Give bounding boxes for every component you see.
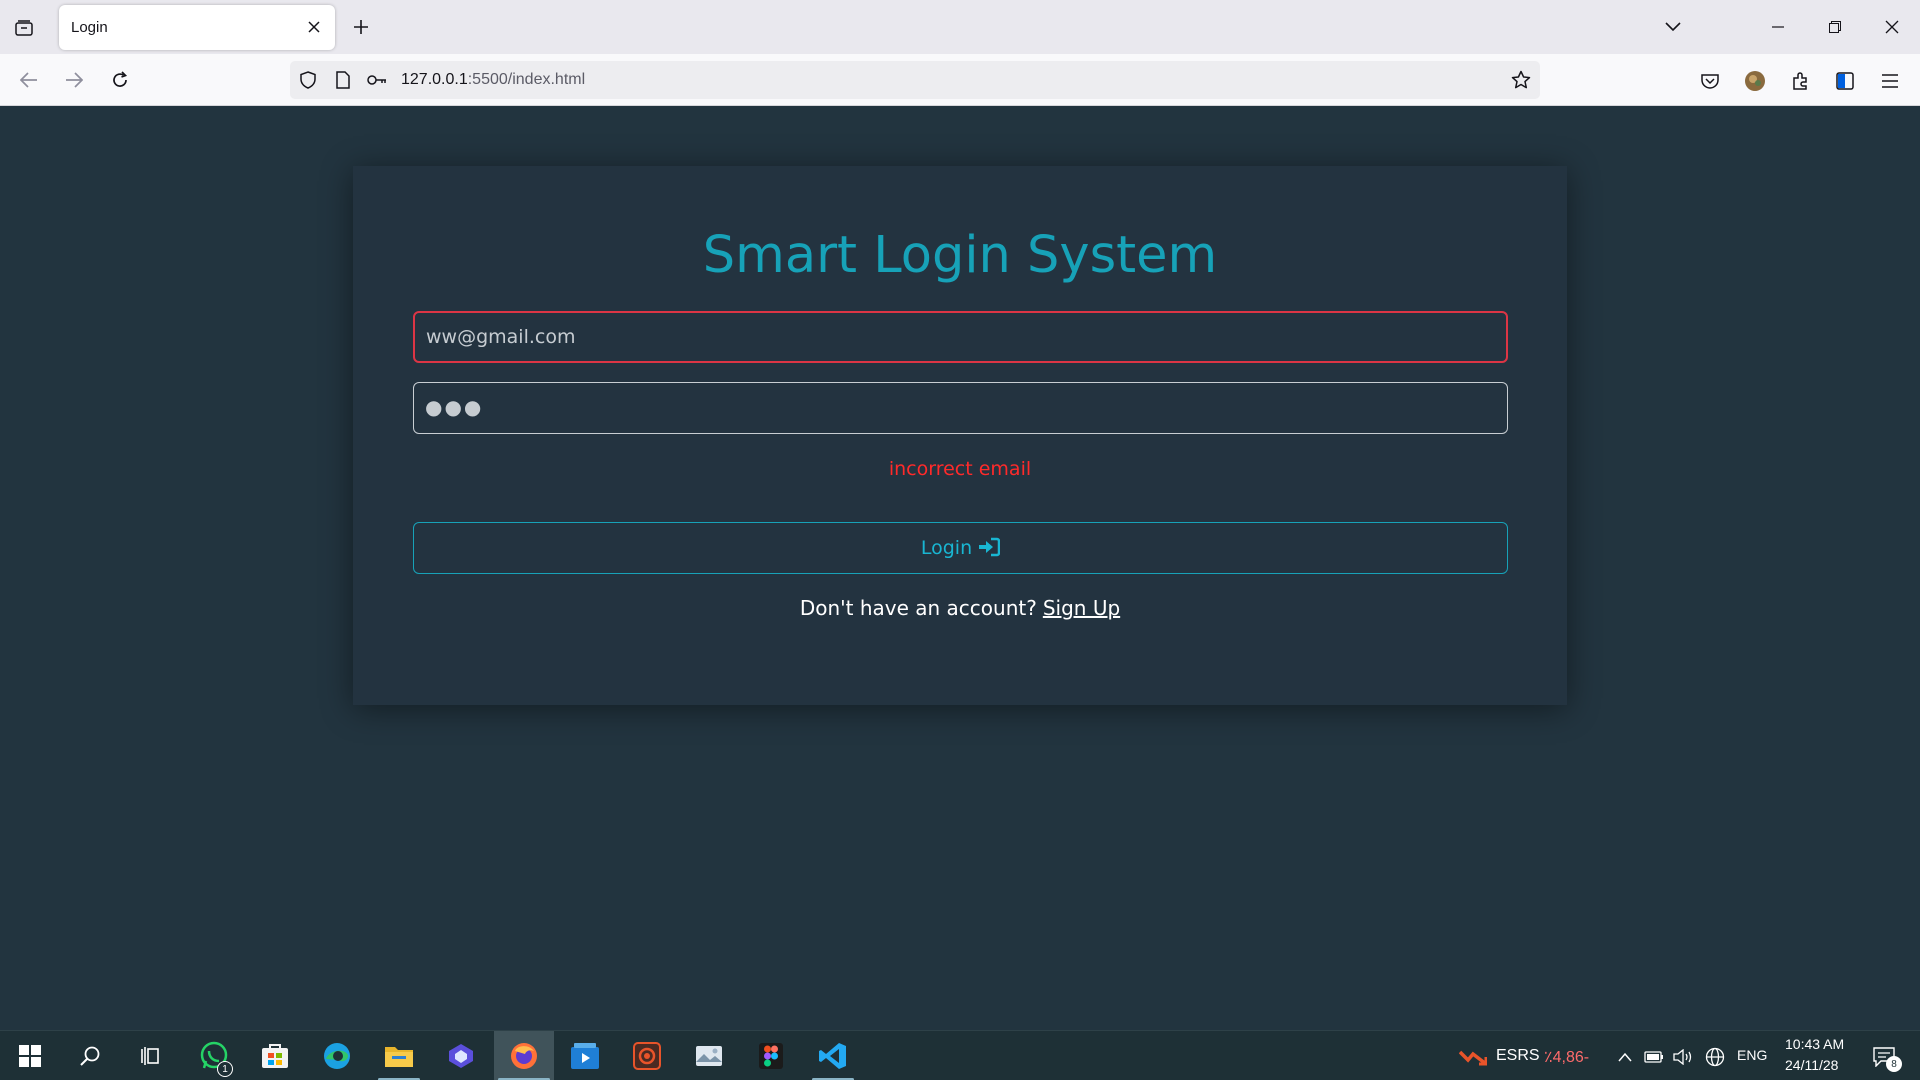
url-text[interactable]: 127.0.0.1:5500/index.html bbox=[401, 71, 585, 89]
clock-date[interactable]: 24/11/28 bbox=[1785, 1057, 1838, 1073]
globe-icon[interactable] bbox=[1704, 1046, 1726, 1068]
login-button-label: Login bbox=[920, 537, 973, 559]
url-path: :5500/index.html bbox=[467, 71, 586, 88]
shield-icon[interactable] bbox=[298, 70, 318, 90]
close-icon[interactable] bbox=[303, 16, 325, 38]
photos-icon[interactable] bbox=[684, 1031, 734, 1080]
tab-list-icon[interactable] bbox=[10, 14, 38, 42]
record-icon[interactable] bbox=[622, 1031, 672, 1080]
media-player-icon[interactable] bbox=[560, 1031, 610, 1080]
clock-time[interactable]: 10:43 AM bbox=[1785, 1036, 1844, 1052]
hamburger-menu-icon[interactable] bbox=[1875, 66, 1905, 96]
restore-icon[interactable] bbox=[1815, 8, 1855, 46]
url-host: 127.0.0.1 bbox=[401, 71, 468, 88]
edge-icon[interactable] bbox=[312, 1031, 362, 1080]
notifications-icon[interactable]: 8 bbox=[1870, 1046, 1902, 1072]
figma-icon[interactable] bbox=[746, 1031, 796, 1080]
page-title: Smart Login System bbox=[702, 226, 1218, 285]
pocket-icon[interactable] bbox=[1695, 66, 1725, 96]
windows-start-icon[interactable] bbox=[5, 1031, 55, 1080]
stock-symbol: ESRS bbox=[1496, 1047, 1540, 1064]
signup-link[interactable]: Sign Up bbox=[1043, 596, 1120, 620]
star-icon[interactable] bbox=[1510, 69, 1532, 91]
sidebar-icon[interactable] bbox=[1830, 66, 1860, 96]
browser-titlebar: Login bbox=[0, 0, 1920, 54]
stock-trend-icon[interactable] bbox=[1458, 1046, 1488, 1068]
email-field[interactable]: ww@gmail.com bbox=[413, 311, 1508, 363]
key-icon[interactable] bbox=[367, 70, 387, 90]
error-message: incorrect email bbox=[888, 458, 1032, 480]
url-bar[interactable]: 127.0.0.1:5500/index.html bbox=[290, 61, 1540, 99]
close-window-icon[interactable] bbox=[1872, 8, 1912, 46]
chevron-down-icon[interactable] bbox=[1660, 14, 1686, 40]
account-avatar-icon[interactable] bbox=[1740, 66, 1770, 96]
minimize-icon[interactable] bbox=[1758, 8, 1798, 46]
login-card: Smart Login System ww@gmail.com ●●● inco… bbox=[353, 166, 1567, 705]
forward-arrow-icon[interactable] bbox=[58, 64, 90, 96]
battery-icon[interactable] bbox=[1643, 1046, 1665, 1068]
signup-prompt: Don't have an account? bbox=[799, 596, 1037, 620]
windows-taskbar: 1 ESRS ٪4,86- ENG 10:43 AM 24/11/28 8 bbox=[0, 1030, 1920, 1080]
task-view-icon[interactable] bbox=[125, 1031, 175, 1080]
whatsapp-badge: 1 bbox=[217, 1061, 233, 1077]
page-icon[interactable] bbox=[333, 70, 353, 90]
tab-title: Login bbox=[71, 19, 108, 36]
copilot-icon[interactable] bbox=[436, 1031, 486, 1080]
browser-tab-active[interactable]: Login bbox=[59, 5, 335, 50]
stock-change: ٪4,86- bbox=[1544, 1049, 1590, 1066]
browser-navbar: 127.0.0.1:5500/index.html bbox=[0, 54, 1920, 106]
notifications-badge: 8 bbox=[1886, 1056, 1902, 1072]
volume-icon[interactable] bbox=[1672, 1046, 1694, 1068]
back-arrow-icon[interactable] bbox=[13, 64, 45, 96]
whatsapp-icon[interactable]: 1 bbox=[189, 1031, 239, 1080]
extensions-icon[interactable] bbox=[1785, 66, 1815, 96]
sign-in-icon bbox=[978, 537, 1001, 560]
chevron-up-icon[interactable] bbox=[1614, 1046, 1636, 1068]
folder-icon[interactable] bbox=[374, 1031, 424, 1080]
language-indicator[interactable]: ENG bbox=[1737, 1047, 1767, 1063]
search-icon[interactable] bbox=[65, 1031, 115, 1080]
login-button[interactable]: Login bbox=[413, 522, 1508, 574]
signup-row: Don't have an account? Sign Up bbox=[353, 596, 1567, 620]
vscode-icon[interactable] bbox=[808, 1031, 858, 1080]
password-field[interactable]: ●●● bbox=[413, 382, 1508, 434]
reload-icon[interactable] bbox=[104, 64, 136, 96]
firefox-icon[interactable] bbox=[494, 1031, 554, 1080]
plus-icon[interactable] bbox=[348, 14, 374, 40]
microsoft-store-icon[interactable] bbox=[250, 1031, 300, 1080]
page-content: Smart Login System ww@gmail.com ●●● inco… bbox=[0, 106, 1920, 1030]
